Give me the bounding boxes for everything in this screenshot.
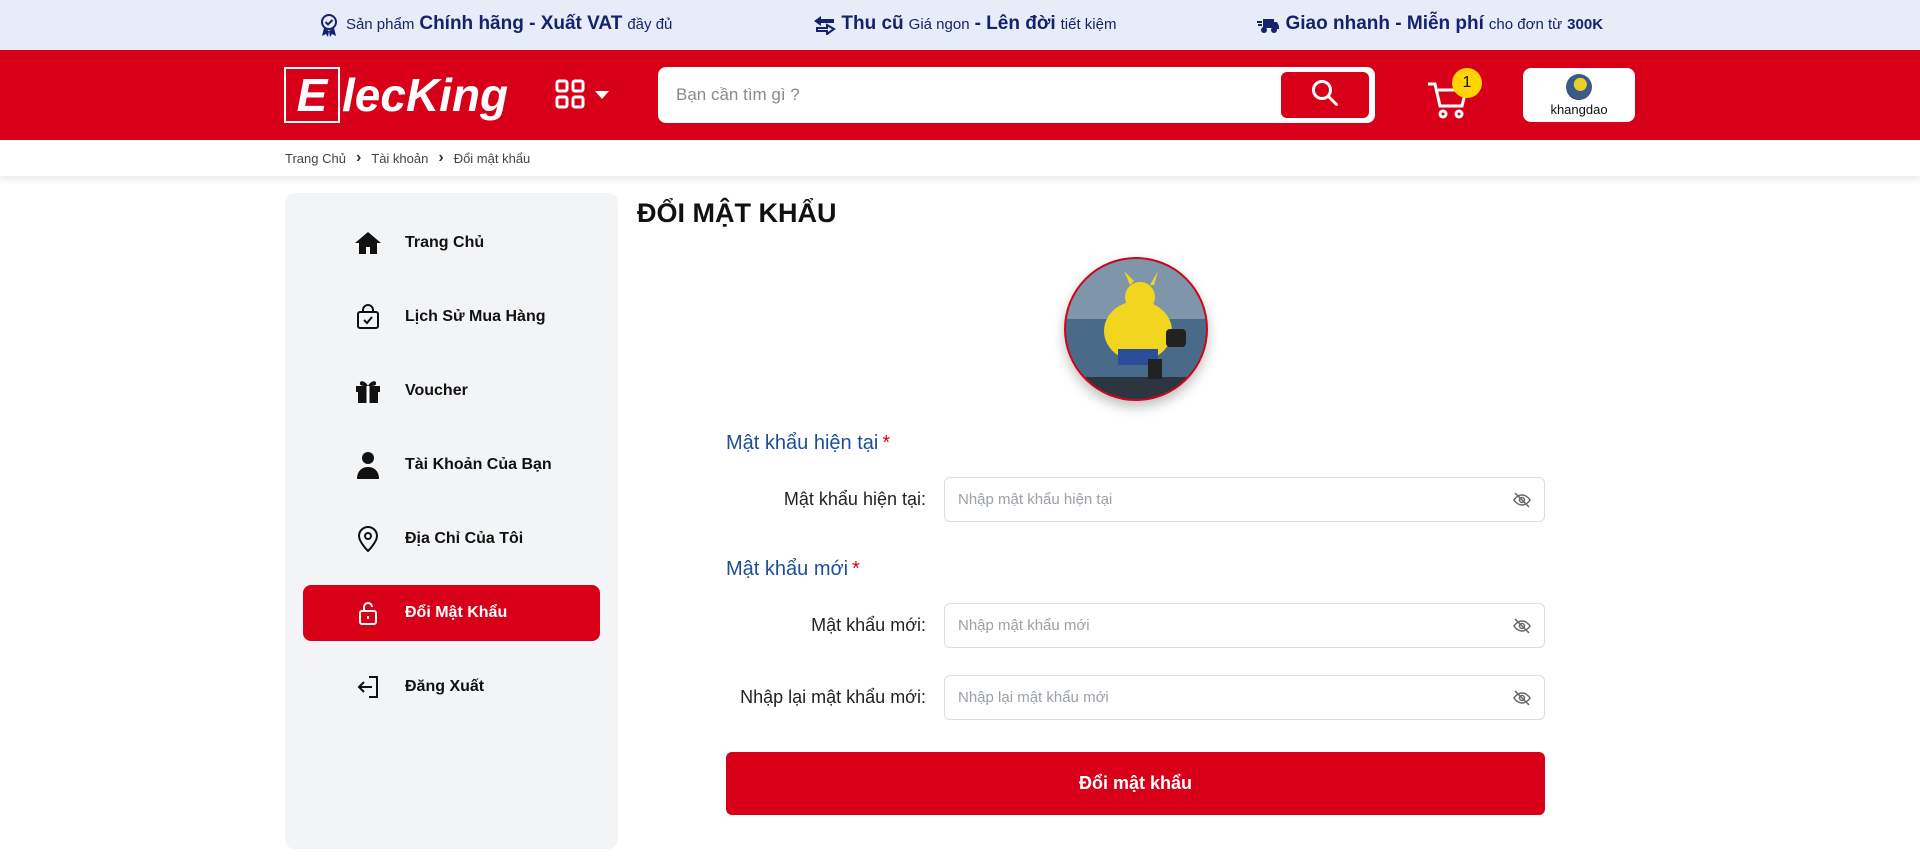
breadcrumb-current: Đổi mật khẩu bbox=[453, 150, 531, 166]
sidebar-item-label: Tài Khoản Của Bạn bbox=[405, 456, 552, 473]
promo-text: 300K bbox=[1567, 16, 1604, 33]
eye-slash-icon[interactable] bbox=[1512, 490, 1532, 510]
sidebar-item-change-password[interactable]: Đổi Mật Khẩu bbox=[303, 585, 600, 641]
promo-text: Thu cũ bbox=[841, 13, 904, 34]
gift-icon bbox=[353, 376, 383, 406]
user-account-button[interactable]: khangdao bbox=[1523, 68, 1635, 122]
promo-item-delivery: Giao nhanh - Miễn phí cho đơn từ 300K bbox=[1256, 13, 1603, 37]
sidebar-item-voucher[interactable]: Voucher bbox=[303, 363, 600, 419]
cart-count-badge: 1 bbox=[1452, 68, 1482, 98]
avatar-image bbox=[1066, 259, 1206, 399]
home-icon bbox=[353, 228, 383, 258]
username: khangdao bbox=[1550, 101, 1608, 117]
sidebar-item-address[interactable]: Địa Chỉ Của Tôi bbox=[303, 511, 600, 567]
avatar bbox=[1566, 73, 1592, 100]
map-pin-icon bbox=[353, 524, 383, 554]
current-password-input[interactable] bbox=[958, 478, 1498, 521]
sidebar-item-logout[interactable]: Đăng Xuất bbox=[303, 659, 600, 715]
sidebar-item-label: Voucher bbox=[405, 382, 468, 399]
chevron-right-icon: › bbox=[438, 149, 444, 166]
promo-text: Giá ngon bbox=[908, 16, 970, 33]
promo-bar: Sản phẩm Chính hãng - Xuất VAT đầy đủ Th… bbox=[0, 0, 1920, 50]
eye-slash-icon[interactable] bbox=[1512, 616, 1532, 636]
new-password-label: Mật khẩu mới: bbox=[811, 615, 926, 635]
section-new-password: Mật khẩu mới * bbox=[726, 558, 860, 581]
confirm-password-field bbox=[944, 675, 1545, 720]
promo-item-genuine: Sản phẩm Chính hãng - Xuất VAT đầy đủ bbox=[317, 13, 672, 37]
change-password-button[interactable]: Đổi mật khẩu bbox=[726, 752, 1545, 815]
current-password-label: Mật khẩu hiện tại: bbox=[783, 489, 926, 509]
promo-text: - Lên đời bbox=[974, 13, 1056, 34]
logo-letter: E bbox=[296, 69, 328, 121]
search-button[interactable] bbox=[1281, 72, 1369, 118]
section-title-text: Mật khẩu hiện tại bbox=[726, 432, 879, 454]
account-sidebar: Trang Chủ Lịch Sử Mua Hàng Voucher Tài K… bbox=[285, 193, 618, 849]
exchange-icon bbox=[812, 13, 837, 37]
new-password-field bbox=[944, 603, 1545, 648]
profile-avatar[interactable] bbox=[1064, 257, 1208, 401]
search-icon bbox=[1311, 79, 1339, 112]
lock-icon bbox=[353, 598, 383, 628]
sidebar-item-account[interactable]: Tài Khoản Của Bạn bbox=[303, 437, 600, 493]
chevron-right-icon: › bbox=[355, 149, 362, 166]
confirm-password-input[interactable] bbox=[958, 676, 1498, 719]
sidebar-item-label: Đổi Mật Khẩu bbox=[405, 604, 508, 621]
breadcrumb-account[interactable]: Tài khoản bbox=[371, 151, 428, 166]
current-password-field bbox=[944, 477, 1545, 522]
cart-button[interactable]: 1 bbox=[1426, 68, 1486, 122]
sidebar-item-label: Lịch Sử Mua Hàng bbox=[405, 308, 546, 325]
logout-icon bbox=[353, 672, 383, 702]
grid-icon bbox=[554, 78, 586, 115]
promo-text: Chính hãng - Xuất VAT bbox=[419, 13, 623, 34]
section-current-password: Mật khẩu hiện tại * bbox=[726, 432, 890, 455]
delivery-icon bbox=[1256, 13, 1280, 37]
page-title: ĐỔI MẬT KHẨU bbox=[637, 198, 837, 228]
eye-slash-icon[interactable] bbox=[1512, 688, 1532, 708]
sidebar-item-label: Trang Chủ bbox=[405, 234, 485, 251]
chevron-down-icon bbox=[594, 87, 610, 105]
sidebar-item-label: Địa Chỉ Của Tôi bbox=[405, 530, 524, 547]
user-icon bbox=[353, 450, 383, 480]
sidebar-item-label: Đăng Xuất bbox=[405, 678, 485, 695]
search-input[interactable] bbox=[676, 67, 1276, 123]
badge-check-icon bbox=[317, 13, 341, 37]
required-mark: * bbox=[852, 558, 860, 580]
search-bar bbox=[658, 67, 1375, 123]
logo[interactable]: E lecKing bbox=[284, 66, 508, 124]
shopping-bag-check-icon bbox=[353, 302, 383, 332]
section-title-text: Mật khẩu mới bbox=[726, 558, 849, 580]
logo-text: lecKing bbox=[342, 69, 509, 121]
required-mark: * bbox=[882, 432, 891, 454]
sidebar-item-order-history[interactable]: Lịch Sử Mua Hàng bbox=[303, 289, 600, 345]
promo-text: Giao nhanh - Miễn phí bbox=[1285, 13, 1484, 34]
breadcrumb-home[interactable]: Trang Chủ bbox=[285, 151, 346, 166]
sidebar-item-home[interactable]: Trang Chủ bbox=[303, 215, 600, 271]
promo-text: đầy đủ bbox=[627, 16, 673, 33]
breadcrumb: Trang Chủ › Tài khoản › Đổi mật khẩu bbox=[0, 140, 1920, 176]
confirm-password-label: Nhập lại mật khẩu mới: bbox=[740, 687, 926, 707]
promo-text: tiết kiệm bbox=[1060, 16, 1117, 33]
new-password-input[interactable] bbox=[958, 604, 1498, 647]
logo-mark: E bbox=[284, 67, 340, 123]
category-menu-button[interactable] bbox=[554, 78, 616, 114]
site-header: E lecKing 1 khangdao bbox=[0, 50, 1920, 140]
promo-text: cho đơn từ bbox=[1488, 16, 1563, 33]
promo-text: Sản phẩm bbox=[345, 16, 415, 33]
promo-item-tradein: Thu cũ Giá ngon - Lên đời tiết kiệm bbox=[812, 13, 1116, 37]
